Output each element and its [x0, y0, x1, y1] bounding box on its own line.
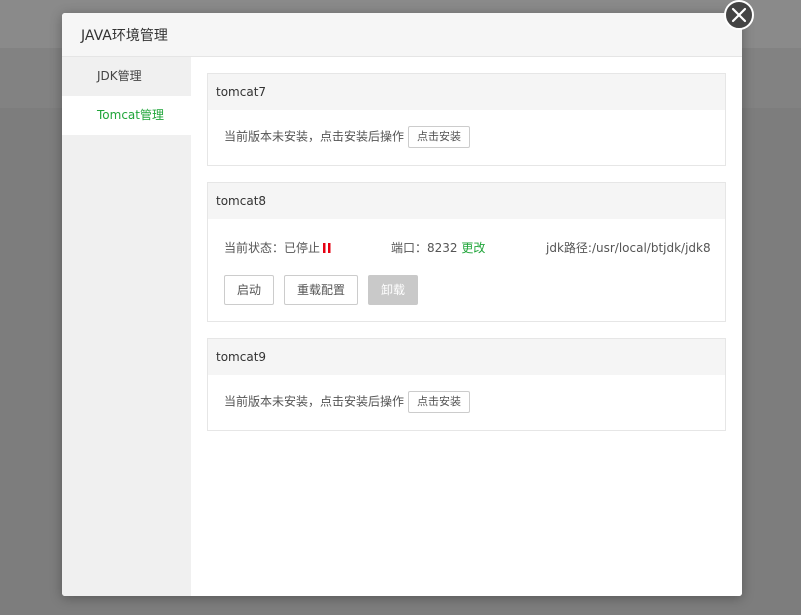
tomcat7-panel: tomcat7 当前版本未安装，点击安装后操作 点击安装 — [207, 73, 726, 166]
tomcat9-panel: tomcat9 当前版本未安装，点击安装后操作 点击安装 — [207, 338, 726, 431]
port-label: 端口： — [391, 241, 428, 255]
tomcat9-row: 当前版本未安装，点击安装后操作 点击安装 — [224, 391, 471, 413]
change-port-link[interactable]: 更改 — [461, 241, 485, 255]
tomcat7-title: tomcat7 — [208, 74, 725, 110]
status-value: 已停止 — [284, 241, 321, 255]
modal-title: JAVA环境管理 — [81, 28, 168, 44]
tomcat8-title: tomcat8 — [208, 183, 725, 219]
port-value: 8232 — [427, 241, 458, 255]
jdk-label: jdk路径: — [546, 241, 592, 255]
modal-sidebar: JDK管理 Tomcat管理 — [62, 57, 191, 596]
close-button[interactable] — [724, 0, 754, 30]
tomcat7-row: 当前版本未安装，点击安装后操作 点击安装 — [224, 126, 471, 148]
tomcat7-message: 当前版本未安装，点击安装后操作 — [224, 129, 405, 144]
tomcat8-jdk: jdk路径:/usr/local/btjdk/jdk8 — [546, 239, 711, 256]
tomcat8-port: 端口：8232 更改 — [391, 239, 485, 256]
uninstall-button: 卸载 — [368, 275, 419, 305]
pause-icon — [323, 242, 331, 256]
status-label: 当前状态： — [224, 241, 285, 255]
tomcat9-title: tomcat9 — [208, 339, 725, 375]
modal-content: tomcat7 当前版本未安装，点击安装后操作 点击安装 tomcat8 当前状态… — [191, 57, 742, 596]
java-env-modal: JAVA环境管理 JDK管理 Tomcat管理 tomcat7 当前版本未安装，… — [62, 13, 742, 596]
tomcat8-status: 当前状态：已停止 — [224, 239, 331, 256]
reload-config-button[interactable]: 重载配置 — [284, 275, 359, 305]
tomcat9-install-button[interactable]: 点击安装 — [408, 391, 471, 413]
modal-header: JAVA环境管理 — [62, 13, 742, 57]
sidebar-item-jdk[interactable]: JDK管理 — [62, 57, 191, 96]
start-button[interactable]: 启动 — [224, 275, 275, 305]
sidebar-item-tomcat[interactable]: Tomcat管理 — [62, 96, 191, 135]
close-icon — [731, 7, 747, 23]
tomcat8-panel: tomcat8 当前状态：已停止 端口：8232 更改 jdk路径:/usr/l… — [207, 182, 726, 322]
jdk-path: /usr/local/btjdk/jdk8 — [591, 241, 711, 255]
tomcat7-install-button[interactable]: 点击安装 — [408, 126, 471, 148]
tomcat9-message: 当前版本未安装，点击安装后操作 — [224, 394, 405, 409]
